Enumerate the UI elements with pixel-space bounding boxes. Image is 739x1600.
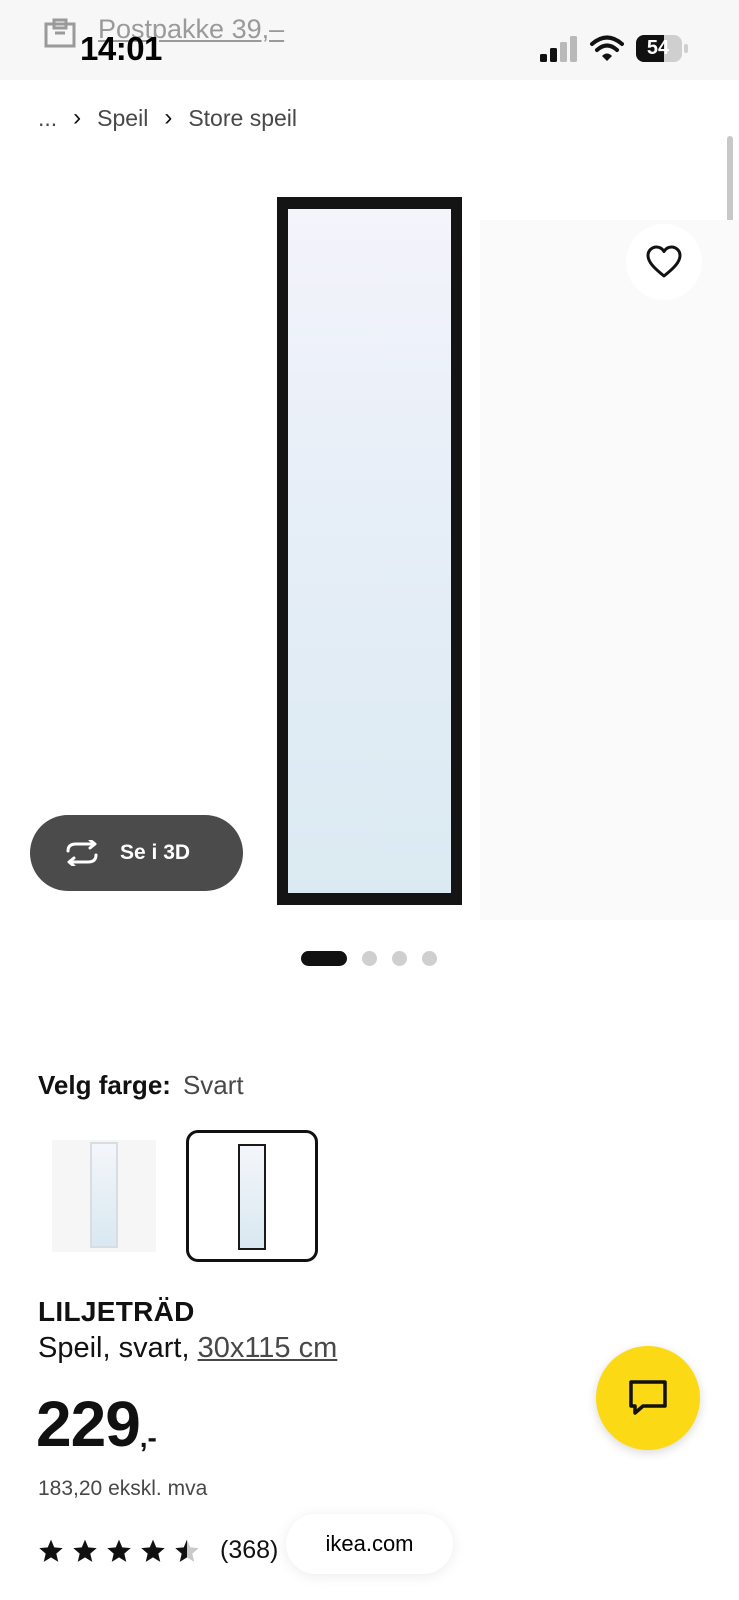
rotate-3d-icon xyxy=(66,840,98,866)
star-half-icon xyxy=(175,1539,199,1562)
breadcrumb-store-speil[interactable]: Store speil xyxy=(188,105,297,132)
battery-level: 54 xyxy=(646,37,670,59)
gallery-dot[interactable] xyxy=(362,951,377,966)
price-decimal: ,- xyxy=(139,1422,157,1453)
rating-count: (368) xyxy=(220,1536,279,1564)
wifi-icon xyxy=(590,35,624,61)
gallery-dot-active[interactable] xyxy=(301,951,347,966)
see-in-3d-label: Se i 3D xyxy=(120,841,191,864)
star-full-icon xyxy=(141,1539,165,1562)
product-description-text: Speil, svart, xyxy=(38,1332,198,1364)
cell-signal-icon xyxy=(540,36,577,62)
parcel-icon xyxy=(44,18,76,48)
chat-button[interactable] xyxy=(596,1346,700,1450)
breadcrumb-speil[interactable]: Speil xyxy=(97,105,148,132)
breadcrumb-ellipsis[interactable]: ... xyxy=(38,105,57,132)
clock: 14:01 xyxy=(80,30,162,67)
heart-icon xyxy=(646,245,682,278)
star-full-icon xyxy=(73,1539,97,1562)
gallery-pagination xyxy=(301,951,452,966)
gallery-dot[interactable] xyxy=(392,951,407,966)
swatch-mirror-black xyxy=(238,1144,266,1250)
product-description: Speil, svart, 30x115 cm xyxy=(38,1332,337,1365)
color-label-title: Velg farge: xyxy=(38,1070,171,1100)
chevron-right-icon: › xyxy=(164,104,173,131)
product-name: LILJETRÄD xyxy=(38,1296,195,1327)
product-image[interactable] xyxy=(277,197,462,905)
see-in-3d-button[interactable]: Se i 3D xyxy=(30,815,243,891)
price-excl-vat: 183,20 ekskl. mva xyxy=(38,1477,208,1500)
product-price: 229 ,- xyxy=(36,1392,157,1456)
image-background xyxy=(480,220,739,920)
browser-url-bar[interactable]: ikea.com xyxy=(286,1514,453,1574)
chevron-right-icon: › xyxy=(73,104,82,131)
color-swatch-black[interactable] xyxy=(186,1130,318,1262)
breadcrumb: ... › Speil › Store speil xyxy=(38,104,297,132)
swatch-mirror-white xyxy=(90,1142,118,1248)
product-size-link[interactable]: 30x115 cm xyxy=(198,1332,338,1364)
star-full-icon xyxy=(107,1539,131,1562)
price-integer: 229 xyxy=(36,1388,141,1460)
product-rating[interactable]: (368) xyxy=(38,1536,278,1565)
color-selector-label: Velg farge: Svart xyxy=(38,1070,244,1101)
selected-color: Svart xyxy=(182,1070,244,1100)
chat-icon xyxy=(629,1380,667,1415)
color-swatch-white[interactable] xyxy=(38,1130,170,1262)
gallery-dot[interactable] xyxy=(422,951,437,966)
favorite-button[interactable] xyxy=(626,224,702,300)
status-bar: Postpakke 39,– 14:01 54 xyxy=(0,0,739,80)
star-full-icon xyxy=(39,1539,63,1562)
mirror-glass xyxy=(288,209,451,893)
